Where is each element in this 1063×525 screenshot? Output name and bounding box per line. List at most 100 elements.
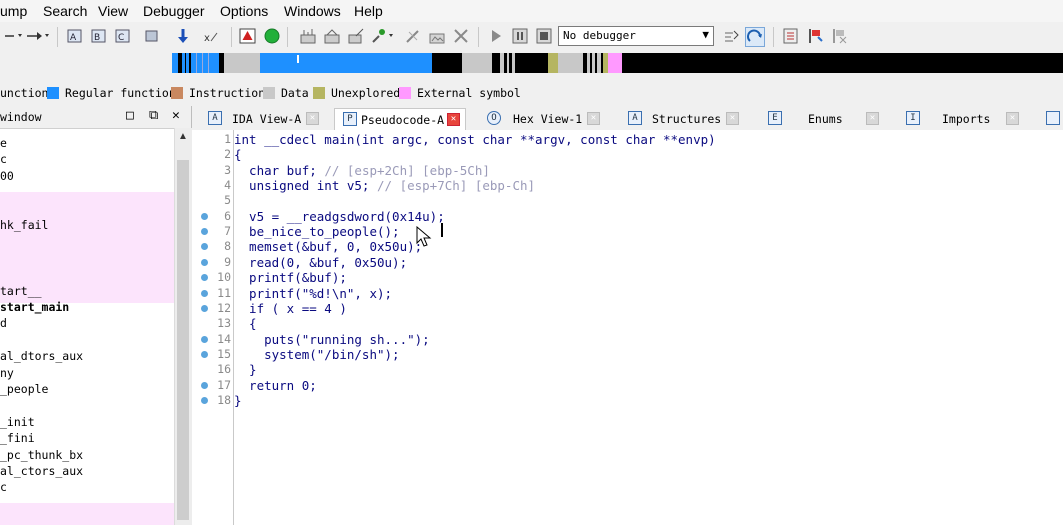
tab-structures[interactable]: A Structures ✕	[624, 108, 754, 130]
pin-icon[interactable]	[806, 27, 824, 45]
debugger-select[interactable]: No debugger ▼	[558, 26, 714, 46]
patch-icon[interactable]	[404, 27, 422, 45]
pseudocode-view[interactable]: 1 int __cdecl main(int argc, const char *…	[192, 130, 1063, 525]
breakpoint-dot-icon[interactable]	[201, 304, 208, 312]
code-line[interactable]: 6 v5 = __readgsdword(0x14u);	[192, 209, 1063, 224]
function-list-item[interactable]: _pc_thunk_bx	[0, 448, 83, 462]
tab-hex-view-1[interactable]: O Hex View-1 ✕	[481, 108, 606, 130]
stop-square-icon[interactable]	[535, 27, 553, 45]
breakpoint-dot-icon[interactable]	[201, 381, 208, 389]
breakpoint-dot-icon[interactable]	[201, 289, 208, 297]
code-line[interactable]: 13 {	[192, 316, 1063, 331]
back-arrow-icon[interactable]	[2, 27, 24, 45]
list-icon[interactable]	[782, 27, 800, 45]
menu-windows[interactable]: Windows	[284, 3, 341, 19]
picture-icon[interactable]	[428, 27, 446, 45]
run-icon[interactable]	[263, 27, 281, 45]
binary-icon[interactable]	[143, 27, 161, 45]
navigation-band[interactable]	[0, 52, 1063, 74]
tool-icon[interactable]	[830, 27, 848, 45]
tab-imports[interactable]: I Imports ✕	[904, 108, 1034, 130]
minimize-icon[interactable]: □	[126, 108, 134, 123]
restore-icon[interactable]: ⧉	[149, 108, 158, 123]
code-line[interactable]: 2{	[192, 147, 1063, 162]
code-line[interactable]: 8 memset(&buf, 0, 0x50u);	[192, 239, 1063, 254]
menu-options[interactable]: Options	[220, 3, 268, 19]
pause-icon[interactable]	[511, 27, 529, 45]
menu-search[interactable]: Search	[43, 3, 87, 19]
code-line[interactable]: 7 be_nice_to_people();	[192, 224, 1063, 239]
stop-icon[interactable]	[239, 27, 257, 45]
functions-list[interactable]: e c 00 hk_fail tart__ start_main d al_dtors_aux…	[0, 128, 174, 525]
play-icon[interactable]	[487, 27, 505, 45]
menu-debugger[interactable]: Debugger	[143, 3, 205, 19]
code-line[interactable]: 3 char buf; // [esp+2Ch] [ebp-5Ch]	[192, 163, 1063, 178]
close-icon[interactable]: ✕	[866, 112, 879, 125]
disasm-c-icon[interactable]: C	[114, 27, 132, 45]
function-list-item[interactable]: hk_fail	[0, 218, 48, 232]
function-list-item[interactable]: tart__	[0, 284, 42, 298]
scroll-up-icon[interactable]: ▲	[178, 131, 188, 142]
code-line[interactable]: 18}	[192, 393, 1063, 408]
function-list-item[interactable]: 00	[0, 169, 14, 183]
menu-view[interactable]: View	[98, 3, 128, 19]
code-line[interactable]: 1 int __cdecl main(int argc, const char *…	[192, 132, 1063, 147]
code-line[interactable]: 16 }	[192, 362, 1063, 377]
breakpoint-dot-icon[interactable]	[201, 274, 208, 282]
close-icon[interactable]: ✕	[587, 112, 600, 125]
scrollbar-thumb[interactable]	[177, 160, 189, 520]
tab-enums[interactable]: E Enums ✕	[766, 108, 884, 130]
breakpoint-dot-icon[interactable]	[201, 258, 208, 266]
menu-dump[interactable]: ump	[0, 3, 27, 19]
function-list-item[interactable]: _fini	[0, 431, 35, 445]
close-icon[interactable]: ✕	[306, 112, 319, 125]
breakpoint-dot-icon[interactable]	[201, 335, 208, 343]
disasm-a-icon[interactable]: A	[66, 27, 84, 45]
navigation-strip[interactable]	[172, 53, 1063, 73]
script-icon[interactable]	[347, 27, 365, 45]
code-line[interactable]: 15 system("/bin/sh");	[192, 347, 1063, 362]
breakpoint-dot-icon[interactable]	[201, 228, 208, 236]
code-line[interactable]: 10 printf(&buf);	[192, 270, 1063, 285]
breakpoint-dot-icon[interactable]	[201, 350, 208, 358]
breakpoint-dot-icon[interactable]	[201, 396, 208, 404]
tab-overflow[interactable]	[1042, 108, 1063, 130]
function-list-item[interactable]: ny	[0, 366, 14, 380]
close-icon[interactable]: ✕	[172, 108, 180, 123]
tab-ida-view-a[interactable]: A IDA View-A ✕	[204, 108, 329, 130]
breakpoint-dot-icon[interactable]	[201, 243, 208, 251]
code-line[interactable]: 9 read(0, &buf, 0x50u);	[192, 255, 1063, 270]
jump-down-icon[interactable]	[174, 27, 192, 45]
refresh-icon[interactable]	[745, 27, 765, 47]
step-icon[interactable]	[722, 27, 740, 45]
code-line[interactable]: 12 if ( x == 4 )	[192, 301, 1063, 316]
graph-icon[interactable]	[299, 27, 317, 45]
code-line[interactable]: 5	[192, 193, 1063, 208]
tab-pseudocode-a[interactable]: P Pseudocode-A ✕	[334, 108, 466, 130]
code-line[interactable]: 14 puts("running sh...");	[192, 332, 1063, 347]
function-list-item[interactable]: d	[0, 316, 7, 330]
code-line[interactable]: 4 unsigned int v5; // [esp+7Ch] [ebp-Ch]	[192, 178, 1063, 193]
search-icon[interactable]: x	[203, 27, 221, 45]
close-icon[interactable]: ✕	[447, 113, 460, 126]
close-icon[interactable]: ✕	[1006, 112, 1019, 125]
close-icon[interactable]: ✕	[726, 112, 739, 125]
breakpoint-dot-icon[interactable]	[201, 212, 208, 220]
function-list-item[interactable]: c	[0, 480, 7, 494]
function-list-item[interactable]: c	[0, 152, 7, 166]
menu-help[interactable]: Help	[354, 3, 383, 19]
breakpoint-icon[interactable]	[370, 27, 396, 45]
function-list-item[interactable]: _init	[0, 415, 35, 429]
function-list-item[interactable]: al_dtors_aux	[0, 349, 83, 363]
disasm-b-icon[interactable]: B	[90, 27, 108, 45]
close-icon[interactable]	[452, 27, 470, 45]
function-list-item[interactable]: e	[0, 136, 7, 150]
code-line[interactable]: 17 return 0;	[192, 378, 1063, 393]
function-list-item[interactable]: start_main	[0, 300, 69, 314]
function-list-item[interactable]: _people	[0, 382, 48, 396]
function-list-item[interactable]: al_ctors_aux	[0, 464, 83, 478]
code-line[interactable]: 11 printf("%d!\n", x);	[192, 286, 1063, 301]
forward-arrow-icon[interactable]	[24, 27, 52, 45]
graph2-icon[interactable]	[323, 27, 341, 45]
functions-scrollbar[interactable]: ▲	[174, 128, 192, 525]
